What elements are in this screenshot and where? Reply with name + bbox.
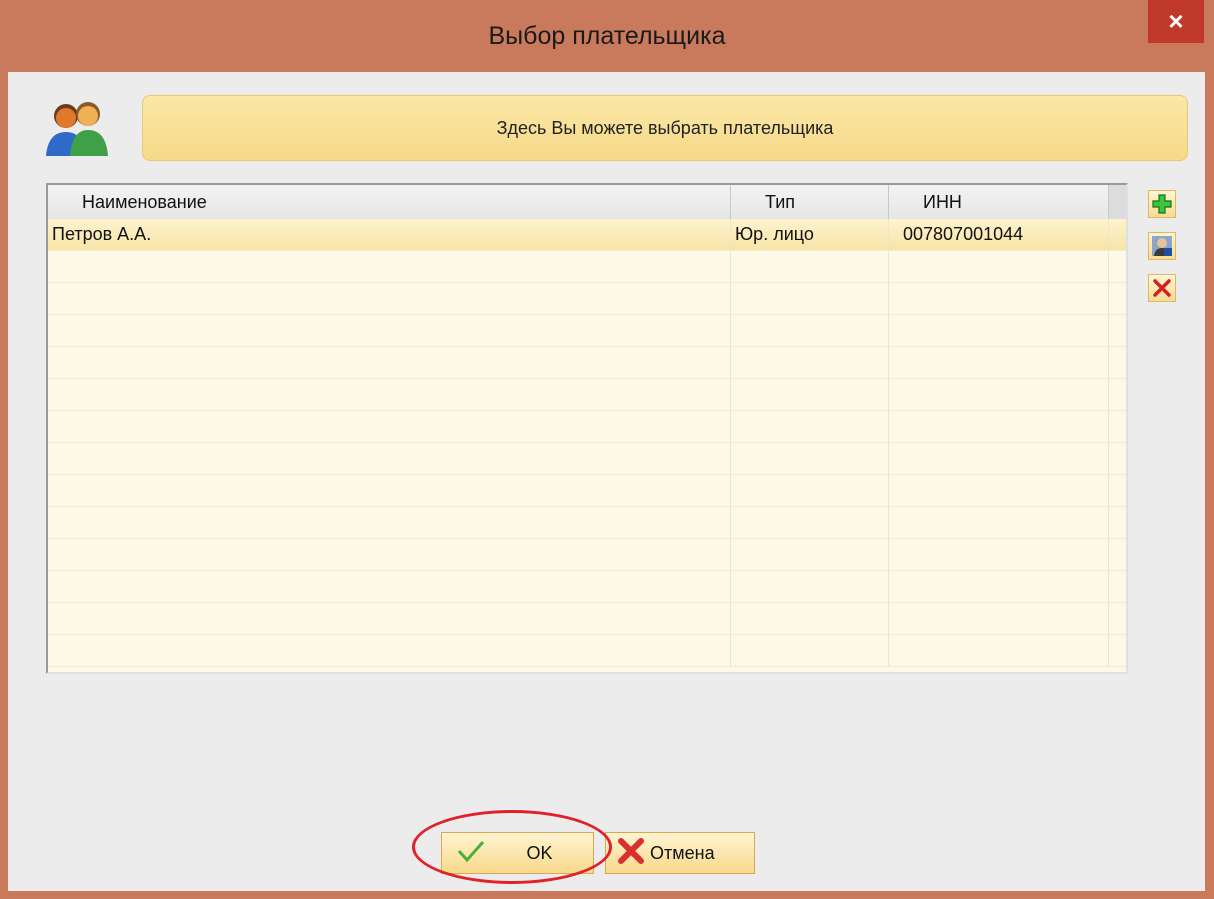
cancel-button[interactable]: Отмена bbox=[605, 832, 755, 874]
empty-cell bbox=[731, 315, 889, 346]
empty-cell bbox=[889, 571, 1109, 602]
window-title: Выбор плательщика bbox=[488, 22, 726, 50]
empty-cell bbox=[48, 539, 731, 570]
empty-table-row[interactable] bbox=[48, 475, 1126, 507]
empty-cell bbox=[48, 603, 731, 634]
edit-payer-button[interactable] bbox=[1148, 232, 1176, 260]
payers-table[interactable]: Наименование Тип ИНН Петров А.А. Юр. лицо… bbox=[46, 183, 1128, 674]
column-header-inn[interactable]: ИНН bbox=[889, 185, 1109, 219]
delete-payer-button[interactable] bbox=[1148, 274, 1176, 302]
empty-cell bbox=[48, 475, 731, 506]
empty-table-row[interactable] bbox=[48, 347, 1126, 379]
add-payer-button[interactable] bbox=[1148, 190, 1176, 218]
empty-cell bbox=[48, 507, 731, 538]
empty-cell bbox=[889, 379, 1109, 410]
dialog-window: Выбор плательщика × Здесь Вы можете выбр… bbox=[0, 0, 1214, 899]
cancel-x-icon bbox=[616, 836, 646, 871]
empty-cell bbox=[731, 475, 889, 506]
empty-cell bbox=[889, 315, 1109, 346]
add-icon bbox=[1152, 194, 1172, 214]
empty-cell bbox=[889, 251, 1109, 282]
cell-inn: 007807001044 bbox=[889, 219, 1109, 250]
empty-cell bbox=[731, 251, 889, 282]
empty-cell bbox=[731, 347, 889, 378]
cell-type: Юр. лицо bbox=[731, 219, 889, 250]
empty-cell bbox=[731, 603, 889, 634]
empty-cell bbox=[48, 379, 731, 410]
empty-cell bbox=[889, 283, 1109, 314]
empty-cell bbox=[889, 411, 1109, 442]
empty-cell bbox=[731, 411, 889, 442]
header-filler bbox=[1109, 185, 1126, 219]
empty-cell bbox=[889, 507, 1109, 538]
empty-cell bbox=[731, 283, 889, 314]
empty-cell bbox=[48, 571, 731, 602]
empty-cell bbox=[889, 603, 1109, 634]
empty-cell bbox=[731, 379, 889, 410]
empty-cell bbox=[48, 315, 731, 346]
ok-button[interactable]: OK bbox=[441, 832, 594, 874]
table-body: Петров А.А. Юр. лицо 007807001044 bbox=[48, 219, 1126, 667]
empty-table-row[interactable] bbox=[48, 251, 1126, 283]
empty-cell bbox=[731, 507, 889, 538]
empty-cell bbox=[731, 571, 889, 602]
empty-table-row[interactable] bbox=[48, 283, 1126, 315]
close-button[interactable]: × bbox=[1148, 0, 1204, 43]
empty-cell bbox=[48, 251, 731, 282]
empty-table-row[interactable] bbox=[48, 443, 1126, 475]
ok-button-label: OK bbox=[526, 842, 553, 863]
empty-cell bbox=[48, 347, 731, 378]
empty-cell bbox=[731, 539, 889, 570]
empty-table-row[interactable] bbox=[48, 379, 1126, 411]
cancel-button-label: Отмена bbox=[650, 842, 715, 863]
empty-table-row[interactable] bbox=[48, 411, 1126, 443]
empty-cell bbox=[48, 635, 731, 666]
cell-name: Петров А.А. bbox=[48, 219, 731, 250]
empty-cell bbox=[889, 443, 1109, 474]
empty-cell bbox=[731, 635, 889, 666]
check-icon bbox=[456, 839, 486, 868]
empty-table-row[interactable] bbox=[48, 571, 1126, 603]
empty-table-row[interactable] bbox=[48, 315, 1126, 347]
empty-cell bbox=[731, 443, 889, 474]
dialog-body: Здесь Вы можете выбрать плательщика Наим… bbox=[8, 72, 1205, 891]
empty-cell bbox=[889, 539, 1109, 570]
empty-cell bbox=[889, 635, 1109, 666]
table-header: Наименование Тип ИНН bbox=[48, 185, 1126, 220]
empty-cell bbox=[48, 443, 731, 474]
column-header-type[interactable]: Тип bbox=[731, 185, 889, 219]
column-header-name[interactable]: Наименование bbox=[48, 185, 731, 219]
empty-cell bbox=[48, 411, 731, 442]
empty-cell bbox=[889, 475, 1109, 506]
table-row[interactable]: Петров А.А. Юр. лицо 007807001044 bbox=[48, 219, 1126, 251]
empty-cell bbox=[48, 283, 731, 314]
empty-table-row[interactable] bbox=[48, 603, 1126, 635]
empty-table-row[interactable] bbox=[48, 635, 1126, 667]
person-icon bbox=[1152, 236, 1172, 256]
title-bar[interactable]: Выбор плательщика × bbox=[0, 0, 1214, 72]
delete-icon bbox=[1153, 279, 1171, 297]
empty-table-row[interactable] bbox=[48, 507, 1126, 539]
users-icon bbox=[42, 100, 112, 160]
empty-cell bbox=[889, 347, 1109, 378]
empty-table-row[interactable] bbox=[48, 539, 1126, 571]
info-banner: Здесь Вы можете выбрать плательщика bbox=[142, 95, 1188, 161]
